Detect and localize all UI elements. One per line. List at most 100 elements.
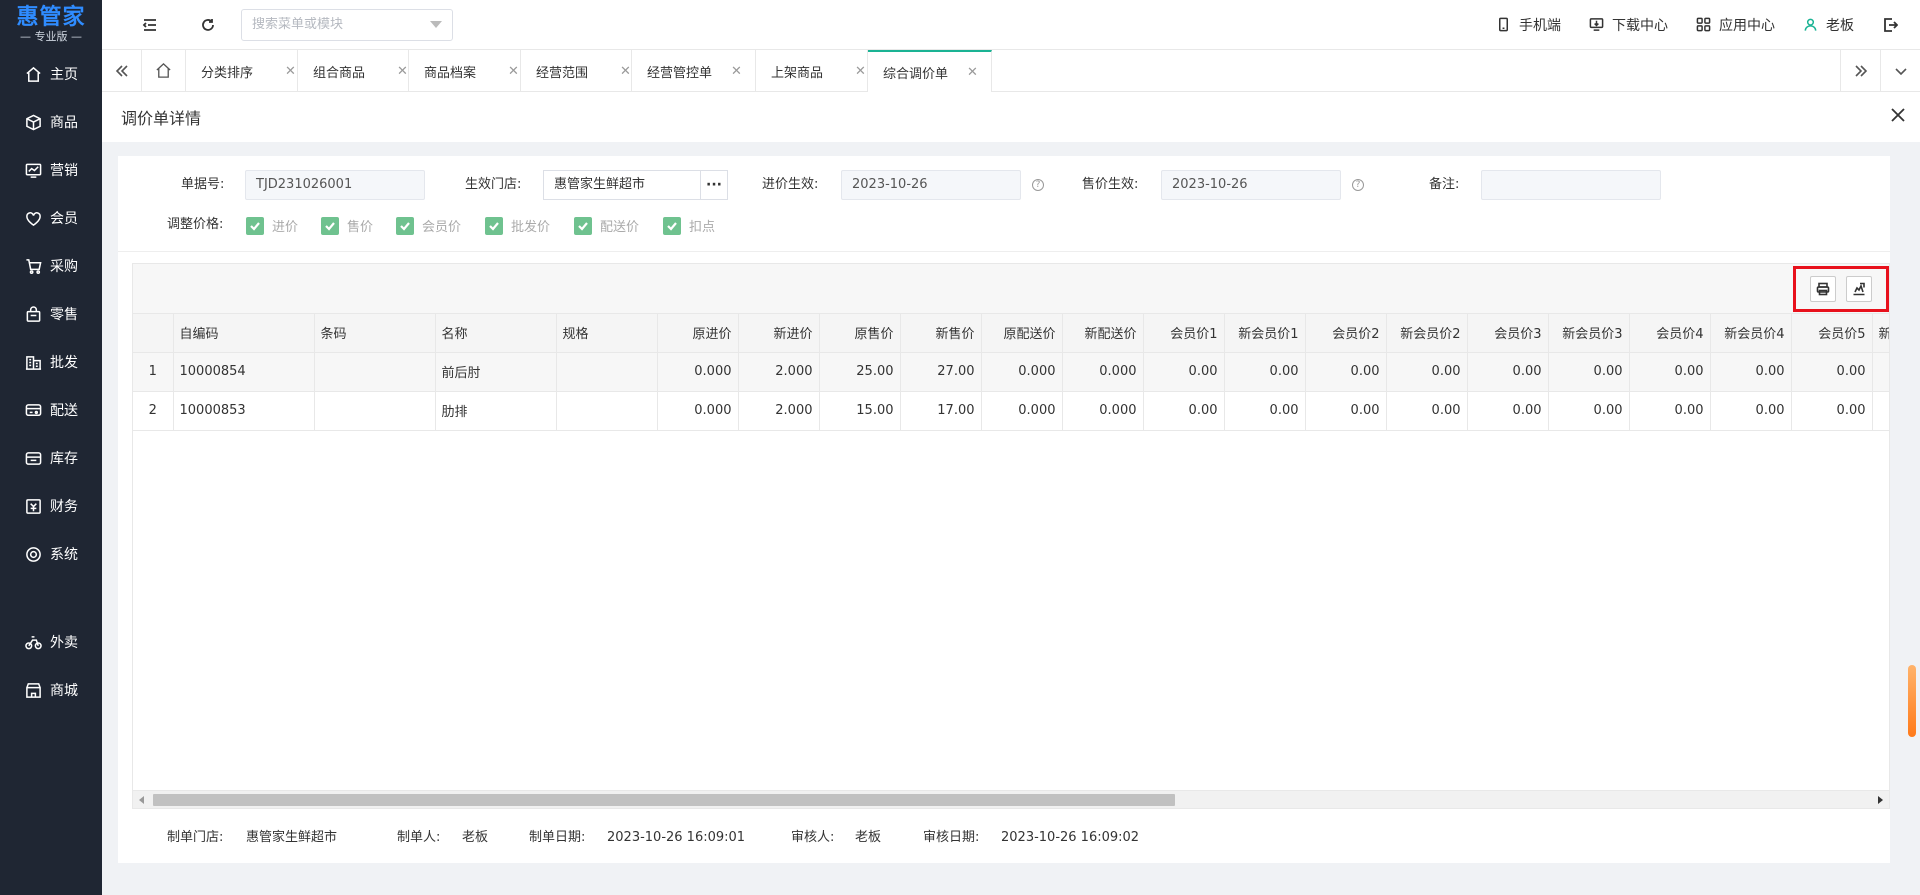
table-cell[interactable] (556, 352, 658, 392)
menu-search-select[interactable] (241, 8, 453, 41)
col-header[interactable]: 自编码 (173, 314, 315, 353)
close-icon[interactable]: ✕ (731, 64, 742, 79)
col-header[interactable]: 新 (1872, 314, 1889, 353)
adjust-checkbox-2[interactable]: 会员价 (396, 216, 461, 235)
mobile-link[interactable]: 手机端 (1496, 15, 1561, 35)
table-cell[interactable]: 0.00 (1629, 391, 1711, 431)
adjust-checkbox-3[interactable]: 批发价 (485, 216, 550, 235)
table-cell[interactable]: 0.00 (1386, 352, 1468, 392)
sidebar-item-main-6[interactable]: 批发 (0, 338, 102, 386)
table-cell[interactable]: 0.00 (1143, 352, 1225, 392)
sidebar-item-main-5[interactable]: 零售 (0, 290, 102, 338)
download-center-link[interactable]: 下载中心 (1589, 15, 1668, 35)
user-menu[interactable]: 老板 (1803, 15, 1854, 35)
app-center-link[interactable]: 应用中心 (1696, 15, 1775, 35)
table-cell[interactable] (556, 391, 658, 431)
checkbox-checked-icon[interactable] (574, 216, 592, 235)
help-icon[interactable]: ? (1352, 179, 1364, 191)
checkbox-checked-icon[interactable] (663, 216, 681, 235)
sidebar-item-main-0[interactable]: 主页 (0, 50, 102, 98)
table-cell[interactable]: 0.00 (1629, 352, 1711, 392)
adjust-checkbox-0[interactable]: 进价 (246, 216, 298, 235)
close-icon[interactable]: ✕ (397, 64, 408, 79)
col-header[interactable]: 会员价3 (1467, 314, 1549, 353)
table-cell[interactable]: 10000854 (173, 352, 315, 392)
col-header[interactable]: 新会员价4 (1710, 314, 1792, 353)
table-cell[interactable]: 0.000 (1062, 352, 1144, 392)
store-selector[interactable]: 惠管家生鲜超市 ··· (543, 170, 728, 200)
table-cell[interactable]: 25.00 (819, 352, 901, 392)
checkbox-checked-icon[interactable] (485, 216, 503, 235)
table-cell[interactable]: 肋排 (435, 391, 557, 431)
adjust-checkbox-4[interactable]: 配送价 (574, 216, 639, 235)
sidebar-item-main-9[interactable]: 财务 (0, 482, 102, 530)
sidebar-item-main-7[interactable]: 配送 (0, 386, 102, 434)
sidebar-item-extra-1[interactable]: 商城 (0, 666, 102, 714)
tab-3[interactable]: 经营范围 ✕ (521, 50, 632, 92)
sidebar-item-main-10[interactable]: 系统 (0, 530, 102, 578)
tab-home[interactable] (142, 50, 186, 91)
adjust-checkbox-1[interactable]: 售价 (321, 216, 373, 235)
checkbox-checked-icon[interactable] (396, 216, 414, 235)
close-icon[interactable]: ✕ (967, 65, 978, 80)
menu-toggle-button[interactable] (125, 0, 175, 50)
col-header[interactable]: 新会员价3 (1548, 314, 1630, 353)
table-cell[interactable]: 0.00 (1710, 352, 1792, 392)
scroll-right-arrow-icon[interactable] (1878, 796, 1883, 804)
help-icon[interactable]: ? (1032, 179, 1044, 191)
close-icon[interactable]: ✕ (285, 64, 296, 79)
note-field[interactable] (1481, 170, 1661, 200)
table-cell[interactable]: 0.00 (1224, 391, 1306, 431)
table-cell[interactable] (314, 352, 436, 392)
table-cell[interactable]: 0.000 (981, 391, 1063, 431)
col-header[interactable]: 会员价5 (1791, 314, 1873, 353)
table-cell[interactable]: 15.00 (819, 391, 901, 431)
tab-5[interactable]: 上架商品 ✕ (756, 50, 868, 92)
tab-scroll-right-button[interactable] (1840, 50, 1880, 92)
sidebar-item-main-8[interactable]: 库存 (0, 434, 102, 482)
adjust-checkbox-5[interactable]: 扣点 (663, 216, 715, 235)
store-field[interactable]: 惠管家生鲜超市 (544, 171, 701, 199)
close-icon[interactable]: ✕ (855, 64, 866, 79)
sale-effective-field[interactable]: 2023-10-26 (1161, 170, 1341, 200)
col-header[interactable]: 新进价 (738, 314, 820, 353)
checkbox-checked-icon[interactable] (246, 216, 264, 235)
table-cell[interactable]: 0.00 (1467, 391, 1549, 431)
sidebar-item-main-4[interactable]: 采购 (0, 242, 102, 290)
checkbox-checked-icon[interactable] (321, 216, 339, 235)
sidebar-item-main-1[interactable]: 商品 (0, 98, 102, 146)
table-cell[interactable]: 0.00 (1224, 352, 1306, 392)
table-cell[interactable]: 0.00 (1467, 352, 1549, 392)
close-page-button[interactable] (1890, 107, 1906, 127)
table-cell[interactable]: 0.00 (1386, 391, 1468, 431)
table-cell[interactable]: 0.00 (1143, 391, 1225, 431)
menu-search-input[interactable] (252, 17, 412, 32)
store-picker-button[interactable]: ··· (701, 171, 727, 199)
horizontal-scrollbar[interactable] (133, 790, 1889, 808)
table-cell[interactable]: 0.00 (1548, 391, 1630, 431)
table-cell[interactable]: 前后肘 (435, 352, 557, 392)
table-row[interactable]: 2 10000853 肋排 0.000 2.000 15.00 17.00 0.000 0.00… (133, 391, 1889, 431)
table-cell[interactable]: 0.000 (657, 352, 739, 392)
scrollbar-thumb[interactable] (153, 794, 1175, 806)
brand-logo[interactable]: 惠管家 — 专业版 — (0, 0, 102, 50)
table-cell[interactable]: 10000853 (173, 391, 315, 431)
sidebar-item-extra-0[interactable]: 外卖 (0, 618, 102, 666)
col-header[interactable]: 新配送价 (1062, 314, 1144, 353)
tab-scroll-left-button[interactable] (102, 50, 142, 92)
table-cell[interactable]: 27.00 (900, 352, 982, 392)
export-button[interactable] (1846, 276, 1872, 302)
table-cell[interactable]: 0.00 (1548, 352, 1630, 392)
table-cell[interactable]: 0.000 (1062, 391, 1144, 431)
col-header[interactable]: 会员价1 (1143, 314, 1225, 353)
table-cell[interactable]: 0.00 (1305, 391, 1387, 431)
tab-0[interactable]: 分类排序 ✕ (186, 50, 298, 92)
sidebar-item-main-3[interactable]: 会员 (0, 194, 102, 242)
table-cell[interactable]: 0.00 (1791, 391, 1873, 431)
table-cell[interactable] (1872, 352, 1889, 392)
tab-1[interactable]: 组合商品 ✕ (298, 50, 409, 92)
col-header[interactable]: 新售价 (900, 314, 982, 353)
col-header[interactable]: 条码 (314, 314, 436, 353)
col-header[interactable]: 原配送价 (981, 314, 1063, 353)
table-cell[interactable]: 0.00 (1791, 352, 1873, 392)
